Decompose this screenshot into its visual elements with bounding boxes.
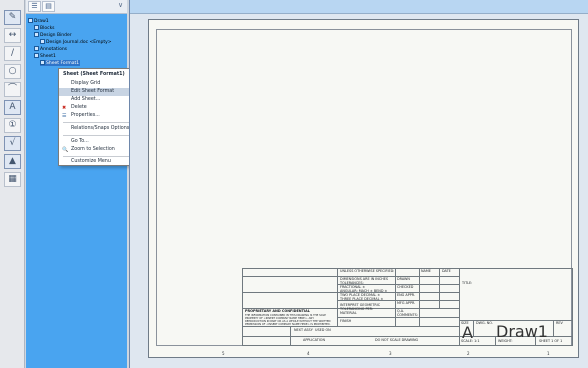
annotation-icon [34, 46, 39, 51]
tree-item-sheet-format1[interactable]: Sheet Format1 [40, 60, 80, 66]
tb-drawing-name: Draw1 [496, 322, 548, 341]
grid-line [553, 320, 554, 336]
circle-icon[interactable]: ○ [4, 64, 21, 79]
folder-icon [34, 25, 39, 30]
tb-scale: SCALE: 1:1 [461, 339, 480, 343]
drawing-sheet[interactable]: UNLESS OTHERWISE SPECIFIED: NAME DATE DI… [148, 19, 579, 358]
tab-feature-tree[interactable]: ☰ [28, 1, 41, 12]
document-icon [40, 39, 45, 44]
grid-line [459, 268, 460, 346]
binder-icon [34, 32, 39, 37]
tb-mfg-appr: MFG APPR. [397, 301, 416, 305]
grid-line [337, 317, 459, 318]
zone-label: 3 [389, 351, 392, 356]
grid-line [439, 268, 440, 308]
solidworks-window: ✎ ↔ ∕ ○ ⌒ A ① √ ▲ ▦ ☰ ▤ ∨ Draw1 Blocks D… [0, 0, 588, 368]
arc-icon[interactable]: ⌒ [4, 82, 21, 97]
sketch-icon[interactable]: ✎ [4, 10, 21, 25]
tree-label: Draw1 [34, 19, 49, 24]
delete-icon: ✖ [62, 105, 67, 111]
sketch-toolbar: ✎ ↔ ∕ ○ ⌒ A ① √ ▲ ▦ [0, 0, 25, 368]
zone-label: 1 [547, 351, 550, 356]
tb-finish: FINISH [340, 319, 352, 323]
tree-item-sheet1[interactable]: Sheet1 [34, 53, 56, 59]
tb-do-not-scale: DO NOT SCALE DRAWING [375, 338, 419, 342]
tb-checked: CHECKED [397, 285, 414, 289]
tb-name: NAME [421, 269, 431, 273]
grid-line [242, 336, 459, 337]
menu-label: Delete [71, 105, 87, 110]
tree-item-draw1[interactable]: Draw1 [28, 18, 49, 24]
tb-used-on: USED ON [315, 328, 331, 332]
graphics-header-bar [130, 0, 588, 14]
note-icon[interactable]: A [4, 100, 21, 115]
tree-item-blocks[interactable]: Blocks [34, 25, 55, 31]
drawing-border: UNLESS OTHERWISE SPECIFIED: NAME DATE DI… [156, 29, 573, 346]
tree-label: Sheet1 [40, 54, 56, 59]
properties-icon: ☰ [62, 113, 67, 119]
drawing-icon [28, 18, 33, 23]
grid-line [242, 326, 459, 327]
grid-line [473, 320, 474, 336]
tree-label: Annotations [40, 47, 68, 52]
tb-drawn: DRAWN [397, 277, 410, 281]
line-icon[interactable]: ∕ [4, 46, 21, 61]
tb-unless: UNLESS OTHERWISE SPECIFIED: [340, 269, 395, 273]
tree-item-design-binder[interactable]: Design Binder [34, 32, 72, 38]
tb-title: TITLE: [462, 281, 473, 285]
sheet-icon [34, 53, 39, 58]
menu-label: Zoom to Selection [71, 147, 115, 152]
tree-label: Design Binder [40, 33, 72, 38]
sheet-format-icon [40, 60, 45, 65]
tree-item-design-journal[interactable]: Design Journal.doc <Empty> [40, 39, 112, 45]
tb-rev: REV [556, 321, 563, 325]
surface-finish-icon[interactable]: √ [4, 136, 21, 151]
tree-label: Blocks [40, 26, 55, 31]
balloon-icon[interactable]: ① [4, 118, 21, 133]
menu-label: Properties... [71, 113, 100, 118]
tb-next-assy: NEXT ASSY [294, 328, 313, 332]
tree-label: Design Journal.doc <Empty> [46, 40, 112, 45]
tree-label: Sheet Format1 [46, 61, 80, 66]
zoom-icon: 🔍 [62, 147, 69, 153]
feature-manager-panel: ☰ ▤ ∨ Draw1 Blocks Design Binder Design … [26, 0, 127, 368]
tb-proprietary: PROPRIETARY AND CONFIDENTIAL [245, 309, 310, 313]
tb-eng-appr: ENG APPR. [397, 293, 416, 297]
tb-material: MATERIAL [340, 311, 357, 315]
datum-icon[interactable]: ▲ [4, 154, 21, 169]
graphics-area[interactable]: UNLESS OTHERWISE SPECIFIED: NAME DATE DI… [129, 0, 588, 368]
tb-dwg-no: DWG. NO. [476, 321, 493, 325]
smart-dimension-icon[interactable]: ↔ [4, 28, 21, 43]
zone-label: 4 [307, 351, 310, 356]
feature-manager-tabs: ☰ ▤ ∨ [26, 0, 127, 14]
tb-sheet: SHEET 1 OF 1 [539, 339, 563, 343]
zone-label: 2 [467, 351, 470, 356]
tb-three-place: THREE PLACE DECIMAL ± [340, 297, 384, 301]
panel-collapse-icon[interactable]: ∨ [114, 1, 127, 12]
tree-item-annotations[interactable]: Annotations [34, 46, 67, 52]
tb-weight: WEIGHT: [498, 339, 513, 343]
tb-comments: COMMENTS: [397, 313, 418, 317]
tb-prop-text: THE INFORMATION CONTAINED IN THIS DRAWIN… [245, 314, 331, 326]
zone-label: 5 [222, 351, 225, 356]
tb-date: DATE [442, 269, 451, 273]
tab-property-manager[interactable]: ▤ [42, 1, 55, 12]
table-icon[interactable]: ▦ [4, 172, 21, 187]
tb-application: APPLICATION [303, 338, 325, 342]
